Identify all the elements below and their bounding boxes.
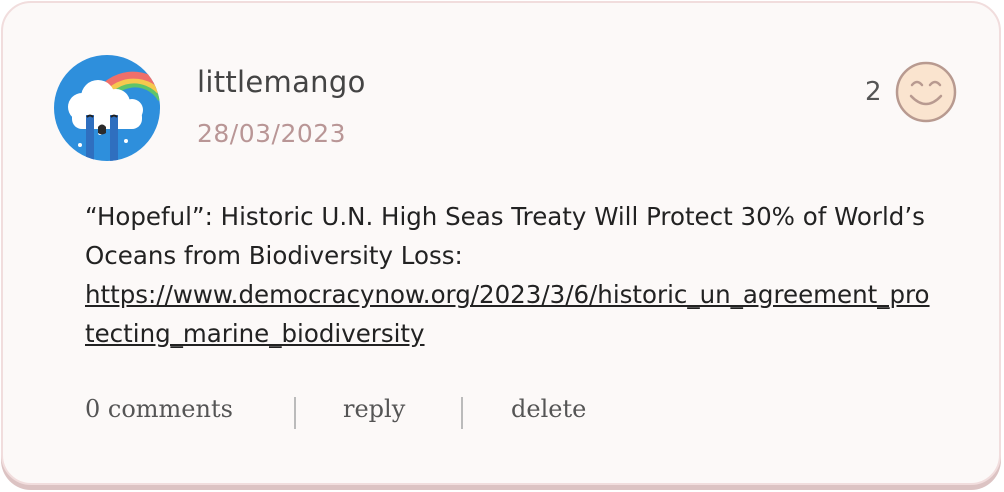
post-link[interactable]: https://www.democracynow.org/2023/3/6/hi… [85,280,930,348]
post-date: 28/03/2023 [197,119,347,148]
username[interactable]: littlemango [197,65,366,99]
post-body: “Hopeful”: Historic U.N. High Seas Treat… [85,197,930,353]
smiley-face-icon[interactable] [895,61,957,123]
reaction-count: 2 [865,77,882,107]
post-text: “Hopeful”: Historic U.N. High Seas Treat… [85,202,925,270]
delete-button[interactable]: delete [511,395,586,423]
action-divider [461,397,463,429]
avatar[interactable] [54,55,160,161]
post-card: littlemango 28/03/2023 2 “Hopeful”: Hist… [1,1,1001,485]
comments-button[interactable]: 0 comments [85,395,233,423]
action-divider [294,397,296,429]
reply-button[interactable]: reply [343,395,405,423]
